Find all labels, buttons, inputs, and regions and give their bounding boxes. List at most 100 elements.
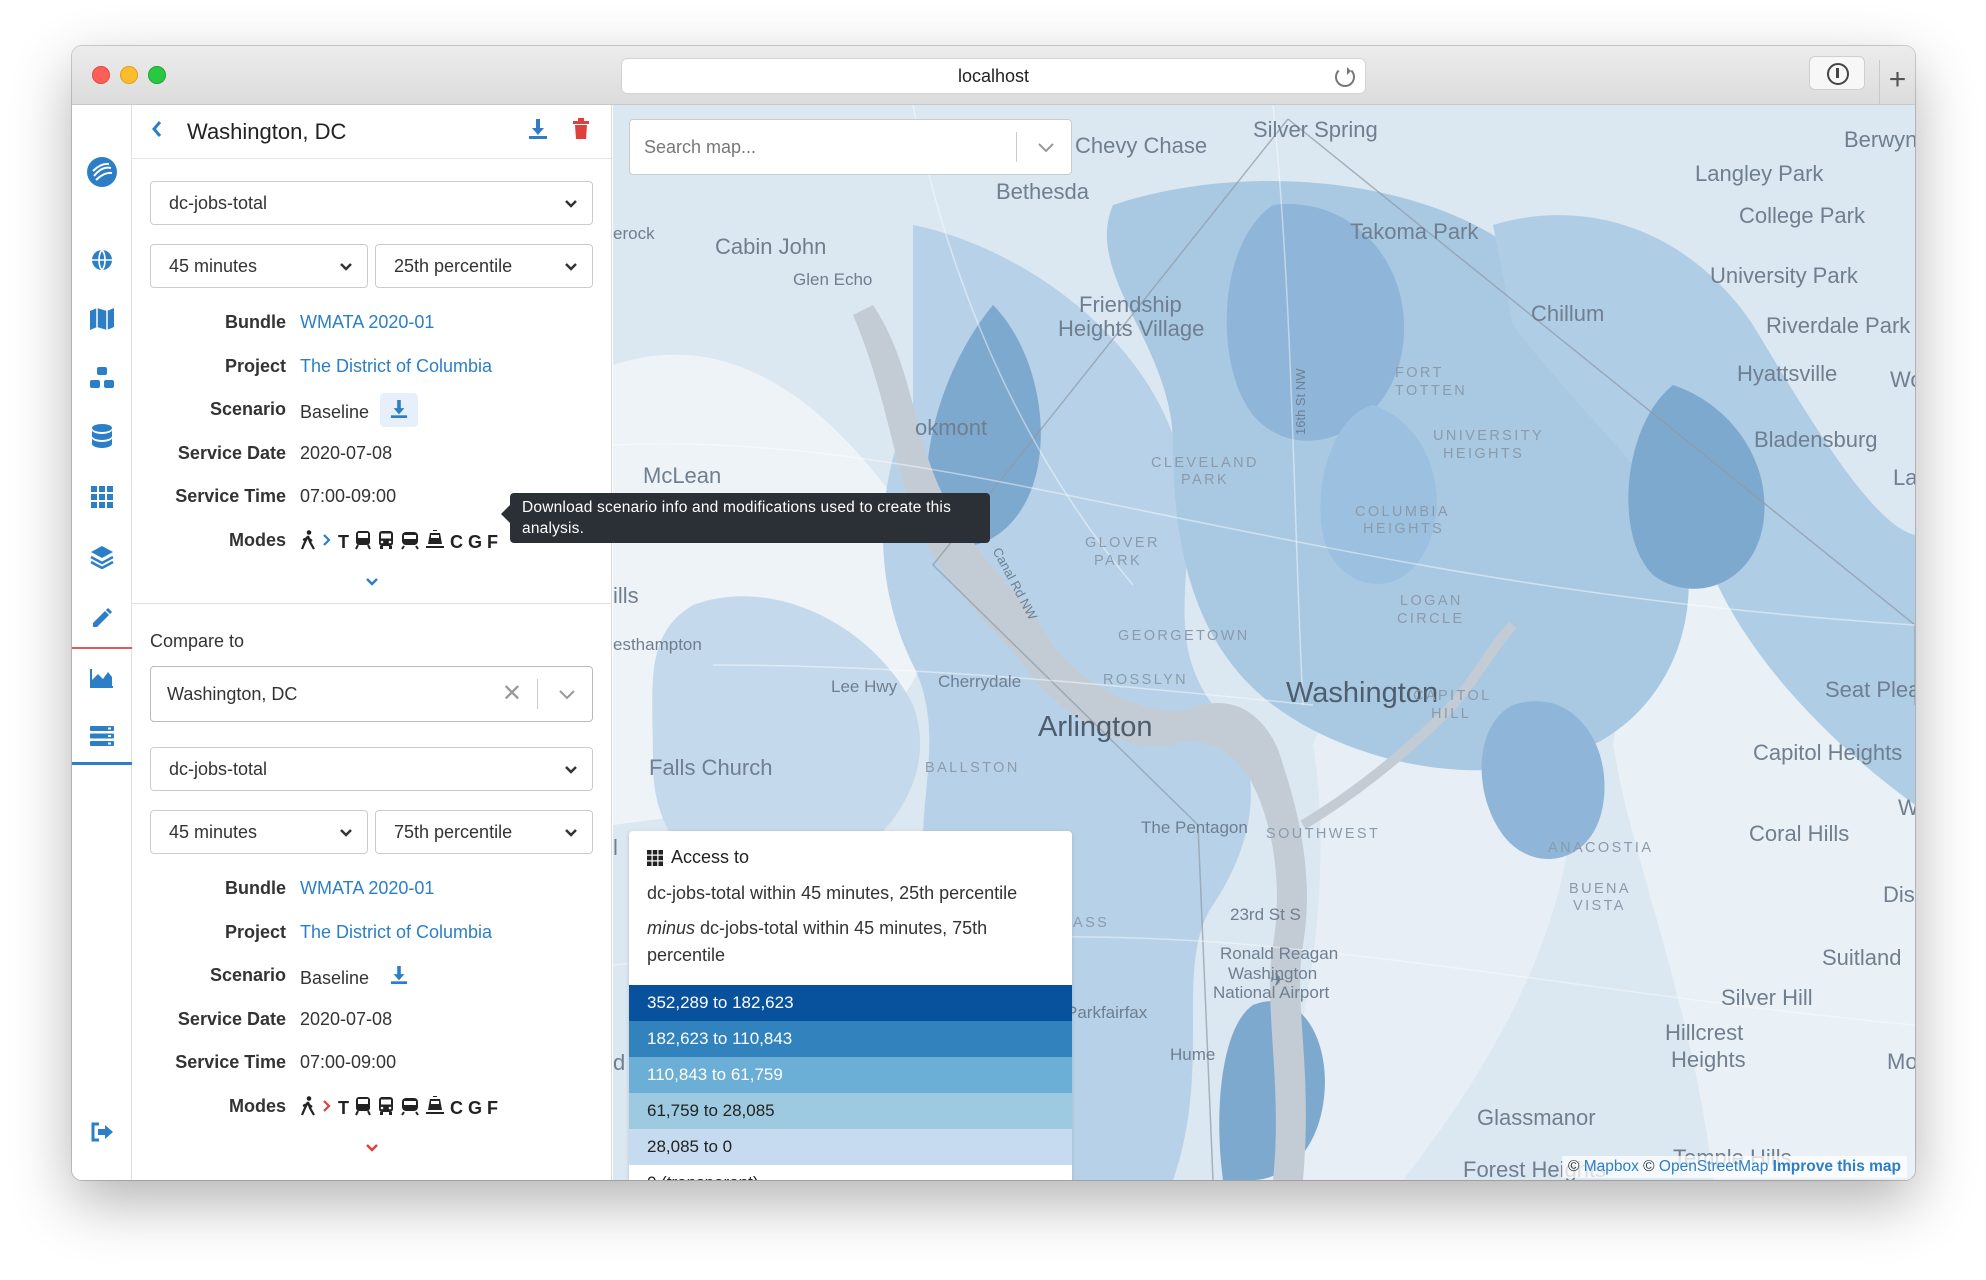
modes-list: T C G F <box>300 529 498 555</box>
compare-scenario-row: Scenario Baseline <box>132 965 611 995</box>
bundle-label: Bundle <box>225 312 286 332</box>
map-label: GEORGETOWN <box>1118 628 1250 644</box>
reload-icon[interactable] <box>1335 67 1355 87</box>
nav-layers-icon[interactable] <box>72 529 132 585</box>
compare-scenario-download-button[interactable] <box>380 959 418 993</box>
nav-regions-globe-icon[interactable] <box>72 232 132 288</box>
map-label: Suitland <box>1822 945 1902 970</box>
rail-icon <box>400 1096 420 1121</box>
bus-icon <box>377 530 395 555</box>
openstreetmap-link[interactable]: OpenStreetMap <box>1659 1158 1768 1175</box>
cutoff-select[interactable]: 45 minutes <box>150 244 368 288</box>
map-search-placeholder: Search map... <box>644 137 757 157</box>
address-text: localhost <box>957 66 1030 86</box>
chevron-right-icon <box>321 1098 333 1119</box>
map-label: The Pentagon <box>1141 818 1248 837</box>
clear-x-icon[interactable]: ✕ <box>502 667 522 721</box>
compare-percentile-select[interactable]: 75th percentile <box>375 810 593 854</box>
compare-cutoff-value: 45 minutes <box>169 822 258 842</box>
legend-bin: 110,843 to 61,759 <box>629 1057 1072 1093</box>
chevron-down-icon[interactable] <box>1037 121 1055 175</box>
compare-project-link[interactable]: The District of Columbia <box>300 922 492 943</box>
nav-area-chart-icon[interactable] <box>72 650 132 706</box>
trash-icon[interactable] <box>572 118 590 145</box>
new-tab-button[interactable]: + <box>1879 60 1915 105</box>
walk-icon <box>300 1096 316 1121</box>
map-label: HEIGHTS <box>1443 446 1525 462</box>
mode-letter-c: C <box>450 1098 463 1118</box>
subway-icon <box>354 530 372 555</box>
nav-edit-pencil-icon[interactable] <box>72 590 132 646</box>
legend-title-row: Access to <box>629 831 1072 876</box>
nav-logout-icon[interactable] <box>72 1104 132 1160</box>
map-label: Land <box>1893 465 1915 490</box>
minimize-window-button[interactable] <box>120 66 138 84</box>
address-bar[interactable]: localhost <box>621 58 1366 94</box>
percentile-select[interactable]: 25th percentile <box>375 244 593 288</box>
map-label: Ronald Reagan <box>1220 944 1339 963</box>
improve-map-link[interactable]: Improve this map <box>1773 1158 1901 1175</box>
nav-grid-icon[interactable] <box>72 469 132 525</box>
map-label: Langley Park <box>1695 161 1824 186</box>
map-label: GLOVER <box>1085 535 1160 551</box>
map-label: CAPITOL <box>1413 688 1492 704</box>
map-label: Lee Hwy <box>831 677 898 696</box>
map-label: McLean <box>643 463 722 488</box>
close-window-button[interactable] <box>92 66 110 84</box>
service-date-value: 2020-07-08 <box>300 443 393 463</box>
expand-chevron-down-icon[interactable] <box>364 575 380 593</box>
nav-database-icon[interactable] <box>72 409 132 465</box>
password-extension-button[interactable] <box>1809 56 1865 90</box>
chevron-down-icon <box>564 748 578 790</box>
scenario-row: Scenario Baseline <box>132 393 611 429</box>
download-icon[interactable] <box>528 118 548 145</box>
logo-icon[interactable] <box>72 144 132 200</box>
password-manager-icon <box>1827 63 1849 85</box>
expand-chevron-down-icon[interactable] <box>364 1141 380 1159</box>
map-label: Mor <box>1887 1049 1915 1074</box>
map-label: CLEVELAND <box>1151 455 1259 471</box>
map-label: Bladensburg <box>1754 427 1878 452</box>
tram-icon <box>425 1095 445 1121</box>
maximize-window-button[interactable] <box>148 66 166 84</box>
map[interactable]: Silver Spring Berwyn H Chevy Chase Langl… <box>613 105 1915 1180</box>
nav-help-icon[interactable]: ? <box>72 1163 132 1180</box>
bundle-row: Bundle WMATA 2020-01 <box>132 312 611 342</box>
map-label: VISTA <box>1573 898 1626 914</box>
chevron-down-icon[interactable] <box>558 668 576 722</box>
select-separator <box>1016 132 1017 162</box>
compare-modes-list: T C G F <box>300 1095 499 1121</box>
project-link[interactable]: The District of Columbia <box>300 356 492 377</box>
map-label: Glassmanor <box>1477 1105 1596 1130</box>
compare-service-time-row: Service Time 07:00-09:00 <box>132 1052 611 1082</box>
scenario-download-button[interactable] <box>380 393 419 427</box>
map-label: Hume <box>1170 1045 1216 1064</box>
compare-cutoff-select[interactable]: 45 minutes <box>150 810 368 854</box>
map-label: FORT <box>1395 365 1444 381</box>
legend-line2-wrap: minus dc-jobs-total within 45 minutes, 7… <box>629 911 1072 985</box>
nav-regional-analysis-icon[interactable] <box>72 709 132 765</box>
nav-map-icon[interactable] <box>72 291 132 347</box>
bundle-link[interactable]: WMATA 2020-01 <box>300 312 434 333</box>
scenario-value: Baseline <box>300 401 370 422</box>
mode-letter-t: T <box>338 1098 349 1118</box>
map-label: Riverdale Park <box>1766 313 1911 338</box>
map-label: d <box>613 1050 626 1075</box>
chevron-down-icon <box>564 182 578 224</box>
attribution-copyright: © <box>1567 1158 1580 1175</box>
mapbox-link[interactable]: Mapbox <box>1584 1158 1639 1175</box>
map-label: 23rd St S <box>1230 905 1301 924</box>
opportunity-select[interactable]: dc-jobs-total <box>150 181 593 225</box>
compare-region-select[interactable]: Washington, DC ✕ <box>150 666 593 722</box>
compare-to-label: Compare to <box>150 631 245 651</box>
map-label: BALLSTON <box>925 760 1020 776</box>
compare-bundle-link[interactable]: WMATA 2020-01 <box>300 878 434 899</box>
back-chevron-icon[interactable] <box>150 118 164 146</box>
map-search-input[interactable]: Search map... <box>629 119 1072 175</box>
analysis-panel: Washington, DC dc-jobs-total 45 minutes … <box>132 105 612 1180</box>
mode-letter-f: F <box>487 1098 499 1118</box>
compare-opportunity-select[interactable]: dc-jobs-total <box>150 747 593 791</box>
nav-network-icon[interactable] <box>72 350 132 406</box>
map-label: Bethesda <box>996 179 1089 204</box>
map-label: Capitol Heights <box>1753 740 1903 765</box>
